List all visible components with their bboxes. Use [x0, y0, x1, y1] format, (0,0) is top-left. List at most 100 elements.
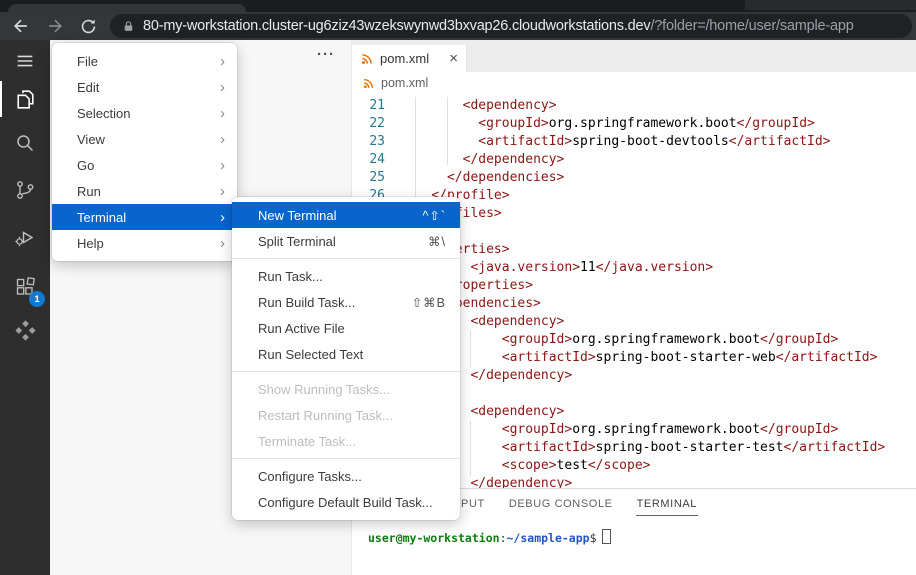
submenu-item-label: Restart Running Task...	[258, 408, 393, 423]
submenu-item-restart-running-task: Restart Running Task...	[232, 402, 460, 428]
activity-search[interactable]	[0, 119, 50, 167]
submenu-item-split-terminal[interactable]: Split Terminal⌘\	[232, 228, 460, 254]
sidebar-more-actions[interactable]: ···	[317, 46, 335, 63]
activity-explorer[interactable]	[0, 75, 50, 123]
code-text: </dependency>	[400, 151, 564, 169]
chevron-right-icon: ›	[220, 80, 225, 95]
browser-chrome: 80-my-workstation.cluster-ug6ziz43wzeksw…	[0, 0, 916, 40]
submenu-item-label: Split Terminal	[258, 234, 336, 249]
submenu-item-run-selected-text[interactable]: Run Selected Text	[232, 341, 460, 367]
indent-guide	[415, 97, 416, 201]
keybinding-label: ⇧⌘B	[412, 295, 446, 310]
submenu-item-label: Run Build Task...	[258, 295, 355, 310]
code-line-24: 24 </dependency>	[352, 151, 916, 169]
back-arrow-icon	[11, 16, 31, 36]
browser-active-tab[interactable]	[8, 4, 246, 12]
submenu-separator	[232, 371, 460, 372]
submenu-item-label: Run Selected Text	[258, 347, 363, 362]
forward-button[interactable]	[42, 14, 68, 38]
chevron-right-icon: ›	[220, 158, 225, 173]
activity-run-debug[interactable]	[0, 213, 50, 261]
forward-arrow-icon	[45, 16, 65, 36]
browser-toolbar: 80-my-workstation.cluster-ug6ziz43wzeksw…	[0, 12, 916, 40]
code-line-23: 23 <artifactId>spring-boot-devtools</art…	[352, 133, 916, 151]
terminal-submenu: New Terminal ^⇧` Split Terminal⌘\ Run Task.…	[232, 197, 460, 520]
panel-tab-debug-console[interactable]: DEBUG CONSOLE	[508, 494, 614, 516]
terminal[interactable]: user@my-workstation:~/sample-app$	[368, 529, 611, 545]
submenu-separator	[232, 258, 460, 259]
code-text: <artifactId>spring-boot-starter-test</ar…	[400, 439, 885, 457]
browser-secondary-tab[interactable]	[745, 0, 916, 10]
chevron-right-icon: ›	[220, 132, 225, 147]
menu-item-label: Edit	[77, 80, 99, 95]
url-host: 80-my-workstation.cluster-ug6ziz43wzeksw…	[143, 18, 650, 34]
explorer-files-icon	[13, 87, 38, 112]
menu-item-go[interactable]: Go›	[52, 152, 237, 178]
hamburger-menu-icon	[14, 50, 36, 72]
source-control-branch-icon	[13, 178, 37, 202]
code-line-21: 21 <dependency>	[352, 97, 916, 115]
activity-extensions[interactable]: 1	[0, 263, 50, 311]
menu-item-run[interactable]: Run›	[52, 178, 237, 204]
back-button[interactable]	[8, 14, 34, 38]
app-menu: File›Edit›Selection›View›Go›Run›Terminal…	[52, 43, 237, 261]
submenu-item-label: Run Task...	[258, 269, 323, 284]
chevron-right-icon: ›	[220, 236, 225, 251]
menu-item-label: View	[77, 132, 105, 147]
menu-item-label: Run	[77, 184, 101, 199]
menu-item-label: Terminal	[77, 210, 126, 225]
reload-icon	[79, 17, 98, 36]
lock-icon	[122, 20, 135, 33]
submenu-item-configure-tasks[interactable]: Configure Tasks...	[232, 463, 460, 489]
xml-file-icon	[362, 77, 375, 90]
tab-close-icon[interactable]: ×	[449, 51, 458, 66]
submenu-item-run-build-task[interactable]: Run Build Task... ⇧⌘B	[232, 289, 460, 315]
url-bar[interactable]: 80-my-workstation.cluster-ug6ziz43wzeksw…	[110, 14, 912, 38]
code-text: <groupId>org.springframework.boot</group…	[400, 115, 815, 133]
code-text: <artifactId>spring-boot-devtools</artifa…	[400, 133, 831, 151]
terminal-prompt-path: ~/sample-app	[507, 531, 590, 545]
panel-tab-bar: OUTPUTDEBUG CONSOLETERMINAL	[435, 494, 698, 516]
keybinding-label: ^⇧`	[422, 208, 446, 223]
submenu-item-run-active-file[interactable]: Run Active File	[232, 315, 460, 341]
editor-tab-pom-xml[interactable]: pom.xml ×	[352, 45, 467, 72]
browser-tab-strip	[0, 0, 916, 12]
code-line-22: 22 <groupId>org.springframework.boot</gr…	[352, 115, 916, 133]
menu-item-help[interactable]: Help›	[52, 230, 237, 256]
run-debug-icon	[13, 225, 37, 249]
submenu-item-new-terminal[interactable]: New Terminal ^⇧`	[232, 202, 460, 228]
submenu-item-configure-default-build-task[interactable]: Configure Default Build Task...	[232, 489, 460, 515]
extensions-badge: 1	[29, 291, 45, 307]
search-icon	[13, 131, 37, 155]
menu-item-view[interactable]: View ›	[52, 126, 237, 152]
editor-tab-bar: pom.xml ×	[352, 40, 916, 72]
submenu-item-label: Configure Default Build Task...	[258, 495, 433, 510]
submenu-separator	[232, 458, 460, 459]
breadcrumb[interactable]: pom.xml	[352, 72, 916, 94]
menu-item-selection[interactable]: Selection ›	[52, 100, 237, 126]
menu-item-file[interactable]: File›	[52, 48, 237, 74]
submenu-item-label: New Terminal	[258, 208, 337, 223]
submenu-item-terminate-task: Terminate Task...	[232, 428, 460, 454]
activity-bar: 1	[0, 40, 50, 575]
submenu-item-run-task[interactable]: Run Task...	[232, 263, 460, 289]
submenu-item-label: Terminate Task...	[258, 434, 356, 449]
code-text: <artifactId>spring-boot-starter-web</art…	[400, 349, 877, 367]
line-number: 23	[352, 133, 385, 151]
menu-item-label: Selection	[77, 106, 130, 121]
activity-cloud-code[interactable]	[0, 306, 50, 354]
screen: 80-my-workstation.cluster-ug6ziz43wzeksw…	[0, 0, 916, 575]
submenu-item-label: Configure Tasks...	[258, 469, 362, 484]
menu-item-edit[interactable]: Edit ›	[52, 74, 237, 100]
xml-file-icon	[360, 52, 374, 66]
cloud-code-diamonds-icon	[14, 319, 37, 342]
indent-guide	[470, 331, 471, 368]
submenu-item-label: Show Running Tasks...	[258, 382, 390, 397]
chevron-right-icon: ›	[220, 106, 225, 121]
menu-item-terminal[interactable]: Terminal ›	[52, 204, 237, 230]
menu-item-label: File	[77, 54, 98, 69]
reload-button[interactable]	[75, 14, 101, 38]
chevron-right-icon: ›	[220, 210, 225, 225]
panel-tab-terminal[interactable]: TERMINAL	[636, 494, 698, 516]
activity-source-control[interactable]	[0, 166, 50, 214]
